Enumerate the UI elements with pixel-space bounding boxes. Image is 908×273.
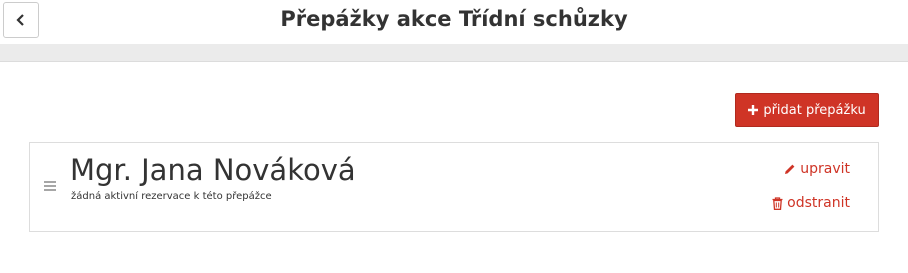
page-title: Přepážky akce Třídní schůzky (280, 7, 628, 31)
delete-counter-label: odstranit (787, 195, 850, 211)
pencil-icon (785, 164, 795, 174)
edit-counter-link[interactable]: upravit (784, 161, 850, 177)
edit-counter-label: upravit (800, 161, 850, 177)
trash-icon (772, 196, 783, 210)
header: Přepážky akce Třídní schůzky (0, 0, 908, 41)
counter-card: Mgr. Jana Nováková žádná aktivní rezerva… (29, 142, 879, 232)
header-divider-band (0, 44, 908, 62)
add-counter-button[interactable]: přidat přepážku (735, 93, 879, 127)
delete-counter-link[interactable]: odstranit (772, 195, 850, 211)
add-counter-label: přidat přepážku (763, 102, 866, 118)
counter-name: Mgr. Jana Nováková (70, 153, 356, 187)
drag-handle-icon[interactable] (43, 180, 57, 192)
plus-icon (748, 105, 759, 115)
counter-reservation-note: žádná aktivní rezervace k této přepážce (71, 191, 272, 202)
